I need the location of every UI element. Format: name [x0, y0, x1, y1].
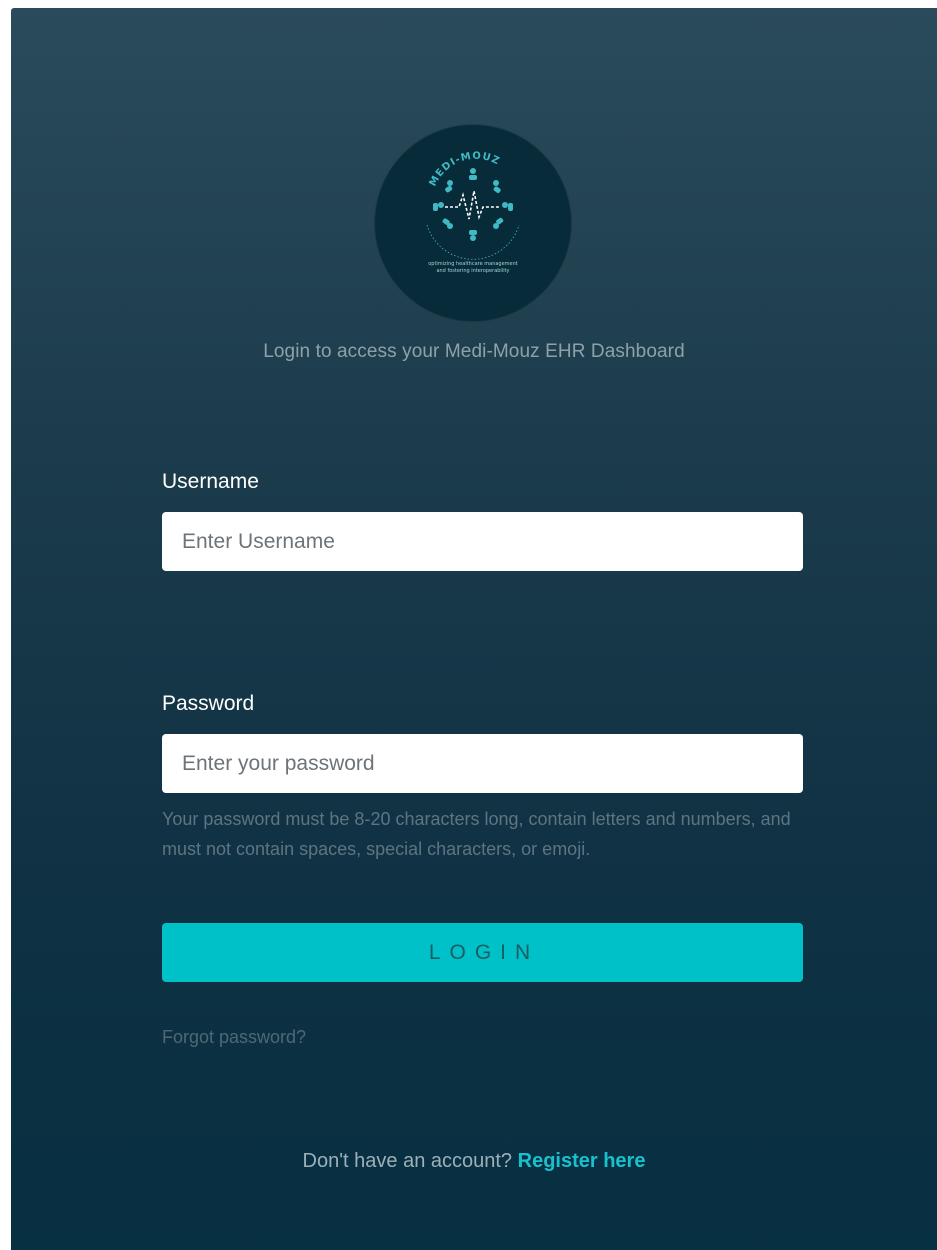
password-label: Password — [162, 692, 255, 715]
register-link[interactable]: Register here — [518, 1150, 646, 1172]
login-panel: MEDI-MOUZ optimizing healthcare manageme… — [11, 8, 937, 1250]
page-subtitle: Login to access your Medi-Mouz EHR Dashb… — [263, 341, 685, 362]
logo-brand-text: MEDI-MOUZ — [428, 151, 501, 189]
logo-tagline: optimizing healthcare management and fos… — [428, 261, 518, 274]
register-row: Don't have an account? Register here — [11, 1150, 937, 1173]
logo-emblem-icon: MEDI-MOUZ — [426, 151, 520, 260]
password-hint: Your password must be 8-20 characters lo… — [162, 809, 791, 859]
password-input[interactable] — [162, 734, 803, 793]
username-input[interactable] — [162, 512, 803, 571]
forgot-password-link[interactable]: Forgot password? — [162, 1027, 306, 1048]
medi-mouz-logo: MEDI-MOUZ optimizing healthcare manageme… — [375, 125, 571, 321]
login-button[interactable]: LOGIN — [162, 923, 803, 982]
username-label: Username — [162, 470, 259, 493]
svg-text:MEDI-MOUZ: MEDI-MOUZ — [428, 151, 502, 189]
register-prompt: Don't have an account? — [302, 1150, 513, 1172]
